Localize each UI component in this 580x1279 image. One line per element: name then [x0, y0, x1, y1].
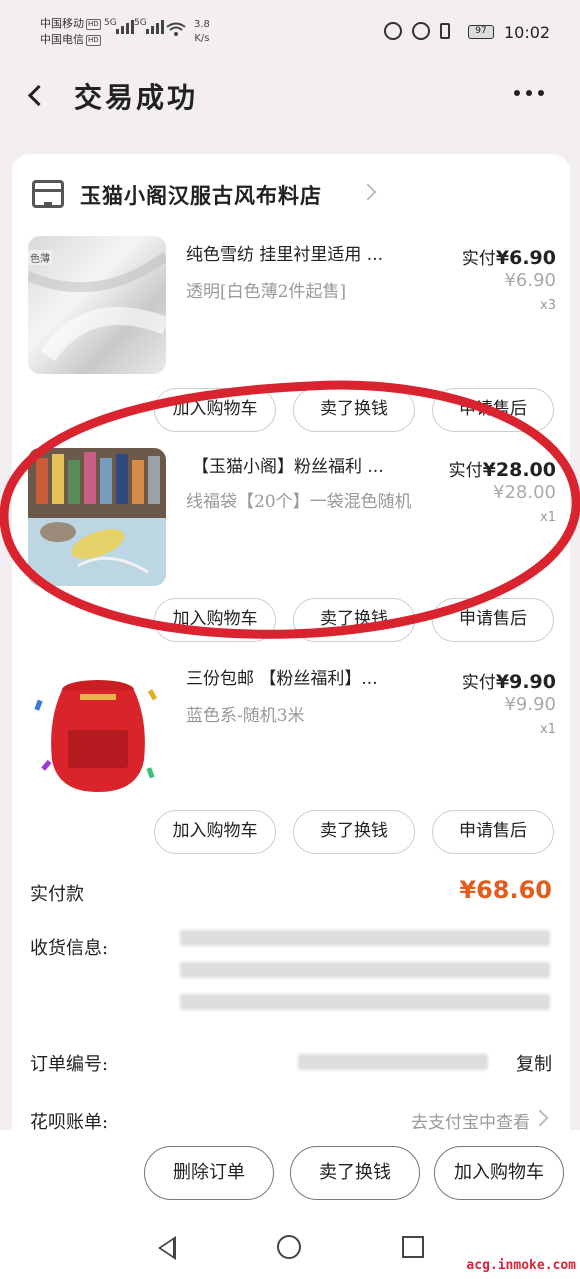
resell-button[interactable]: 卖了换钱: [293, 598, 415, 642]
original-price: ¥9.90: [504, 694, 556, 715]
paid-amount: ¥6.90: [495, 247, 556, 269]
product-image[interactable]: [28, 660, 166, 798]
network-speed: 3.8 K/s: [194, 18, 210, 46]
lucky-bag-image: [34, 680, 158, 792]
paid-total: ¥68.60: [459, 876, 552, 904]
bottom-action-bar: 删除订单 卖了换钱 加入购物车: [0, 1130, 580, 1230]
add-to-cart-button[interactable]: 加入购物车: [154, 810, 276, 854]
nav-back-icon[interactable]: [158, 1236, 176, 1260]
resell-button[interactable]: 卖了换钱: [293, 810, 415, 854]
product-sku: 线福袋【20个】一袋混色随机: [186, 492, 412, 512]
paid-price: 实付¥9.90: [462, 668, 556, 693]
shipping-info-label: 收货信息:: [30, 938, 109, 959]
thread-spools-image: [28, 448, 166, 586]
paid-amount: ¥9.90: [495, 671, 556, 693]
back-button[interactable]: [22, 82, 50, 110]
after-sale-button[interactable]: 申请售后: [432, 810, 554, 854]
paid-amount: ¥28.00: [482, 459, 556, 481]
store-icon: [32, 180, 64, 208]
product-sku: 蓝色系-随机3米: [186, 706, 305, 726]
vibrate-icon: [440, 23, 450, 39]
carrier-2: 中国电信: [40, 33, 84, 46]
fabric-texture: [28, 251, 166, 362]
speed-value: 3.8: [194, 19, 210, 30]
product-image[interactable]: [28, 448, 166, 586]
hd-badge-2: HD: [86, 34, 101, 46]
paid-label: 实付: [448, 461, 483, 481]
paid-price: 实付¥28.00: [449, 456, 556, 481]
product-sku: 透明[白色薄2件起售]: [186, 282, 347, 302]
signal-icon: [116, 20, 134, 34]
quantity: x3: [540, 298, 556, 313]
after-sale-button[interactable]: 申请售后: [432, 598, 554, 642]
resell-button[interactable]: 卖了换钱: [293, 388, 415, 432]
resell-button-bottom[interactable]: 卖了换钱: [290, 1146, 420, 1200]
wifi-icon: [166, 22, 186, 36]
product-title[interactable]: 纯色雪纺 挂里衬里适用 ...: [186, 240, 444, 265]
add-to-cart-button[interactable]: 加入购物车: [154, 388, 276, 432]
status-bar: 中国移动 HD 中国电信 HD 5G 5G 3.8 K/s 97 10:02: [0, 0, 580, 64]
product-image[interactable]: 色薄: [28, 236, 166, 374]
copy-button[interactable]: 复制: [516, 1050, 552, 1076]
order-number-redacted: [298, 1054, 488, 1070]
order-card: 玉猫小阁汉服古风布料店 色薄 纯色雪纺 挂里衬里适用 ... 透明[白色薄2件起…: [12, 154, 570, 1154]
order-item[interactable]: 【玉猫小阁】粉丝福利 ... 线福袋【20个】一袋混色随机 实付¥28.00 ¥…: [12, 448, 570, 658]
signal-icon-2: [146, 20, 164, 34]
page-title: 交易成功: [74, 81, 199, 114]
nav-home-icon[interactable]: [277, 1235, 301, 1259]
watermark: acg.inmoke.com: [466, 1258, 576, 1273]
nfc-icon: [384, 22, 402, 40]
after-sale-button[interactable]: 申请售后: [432, 388, 554, 432]
quantity: x1: [540, 510, 556, 525]
speed-unit: K/s: [194, 33, 210, 44]
order-number-label: 订单编号:: [30, 1054, 109, 1075]
add-to-cart-button[interactable]: 加入购物车: [154, 598, 276, 642]
product-title[interactable]: 三份包邮 【粉丝福利】...: [186, 664, 444, 689]
network-type-1: 5G: [104, 18, 117, 28]
order-item[interactable]: 色薄 纯色雪纺 挂里衬里适用 ... 透明[白色薄2件起售] 实付¥6.90 ¥…: [12, 236, 570, 446]
original-price: ¥6.90: [504, 270, 556, 291]
delete-order-button[interactable]: 删除订单: [144, 1146, 274, 1200]
product-title[interactable]: 【玉猫小阁】粉丝福利 ...: [192, 452, 438, 477]
clock: 10:02: [504, 23, 551, 42]
add-to-cart-button-bottom[interactable]: 加入购物车: [434, 1146, 564, 1200]
chevron-right-icon: [531, 1109, 549, 1127]
shop-name[interactable]: 玉猫小阁汉服古风布料店: [80, 180, 322, 210]
nav-recents-icon[interactable]: [402, 1236, 424, 1258]
more-options-button[interactable]: [514, 90, 544, 96]
alarm-icon: [412, 22, 430, 40]
original-price: ¥28.00: [493, 482, 556, 503]
paid-total-label: 实付款: [30, 884, 84, 905]
order-item[interactable]: 三份包邮 【粉丝福利】... 蓝色系-随机3米 实付¥9.90 ¥9.90 x1…: [12, 660, 570, 870]
carrier-1: 中国移动: [40, 17, 84, 30]
carrier-info: 中国移动 HD 中国电信 HD: [40, 16, 101, 48]
hd-badge: HD: [86, 18, 101, 30]
quantity: x1: [540, 722, 556, 737]
network-type-2: 5G: [134, 18, 147, 28]
shop-header[interactable]: 玉猫小阁汉服古风布料店: [32, 176, 552, 216]
chevron-right-icon: [359, 183, 377, 201]
battery-icon: 97: [468, 25, 494, 39]
paid-label: 实付: [461, 249, 496, 269]
paid-label: 实付: [461, 673, 496, 693]
paid-price: 实付¥6.90: [462, 244, 556, 269]
